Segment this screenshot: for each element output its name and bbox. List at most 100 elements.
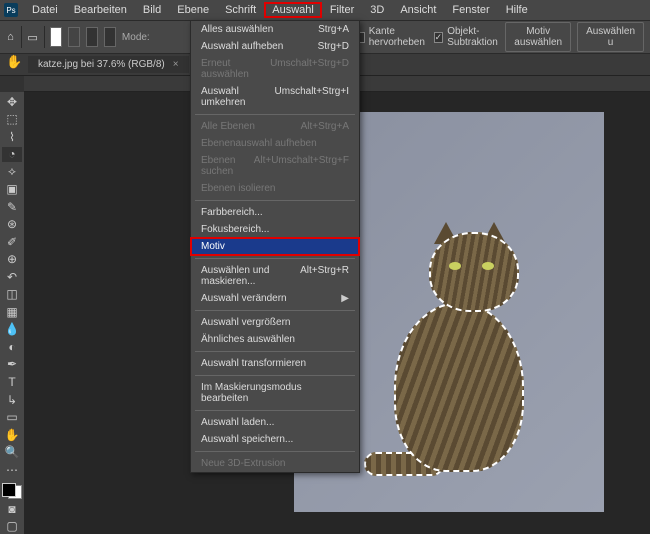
edge-checkbox[interactable]: Kante hervorheben bbox=[357, 26, 428, 48]
menu-item-label: Auswahl laden... bbox=[201, 417, 274, 428]
menu-item-label: Auswählen und maskieren... bbox=[201, 265, 300, 287]
select-subject-button[interactable]: Motiv auswählen bbox=[505, 22, 571, 52]
menu-item-erneut-ausw-hlen: Erneut auswählenUmschalt+Strg+D bbox=[191, 55, 359, 83]
menu-schrift[interactable]: Schrift bbox=[217, 2, 264, 18]
color-swatches[interactable] bbox=[2, 483, 22, 499]
menubar: Ps DateiBearbeitenBildEbeneSchriftAuswah… bbox=[0, 0, 650, 20]
stamp-tool-icon[interactable]: ⊕ bbox=[2, 252, 22, 268]
menu-shortcut: Umschalt+Strg+D bbox=[270, 58, 349, 80]
type-tool-icon[interactable]: T bbox=[2, 374, 22, 390]
menu-datei[interactable]: Datei bbox=[24, 2, 66, 18]
dodge-tool-icon[interactable]: ◐ bbox=[2, 339, 22, 355]
menu-separator bbox=[195, 410, 355, 411]
path-tool-icon[interactable]: ↳ bbox=[2, 392, 22, 408]
menu-item-ebenenauswahl-aufheben: Ebenenauswahl aufheben bbox=[191, 135, 359, 152]
menu-item-auswahl-speichern-[interactable]: Auswahl speichern... bbox=[191, 431, 359, 448]
menu-item-auswahl-umkehren[interactable]: Auswahl umkehrenUmschalt+Strg+I bbox=[191, 83, 359, 111]
select-mask-button[interactable]: Auswählen u bbox=[577, 22, 644, 52]
pen-tool-icon[interactable]: ✒ bbox=[2, 357, 22, 373]
menu-item-label: Farbbereich... bbox=[201, 207, 263, 218]
tab-title: katze.jpg bei 37.6% (RGB/8) bbox=[38, 59, 165, 70]
menu-item-fokusbereich-[interactable]: Fokusbereich... bbox=[191, 221, 359, 238]
screenmode-icon[interactable]: ▢ bbox=[2, 518, 22, 534]
zoom-tool-icon[interactable]: 🔍 bbox=[2, 444, 22, 460]
mode-swatch-2[interactable] bbox=[68, 27, 80, 47]
menu-item-label: Ebenenauswahl aufheben bbox=[201, 138, 317, 149]
menu-separator bbox=[195, 310, 355, 311]
menu-item-label: Im Maskierungsmodus bearbeiten bbox=[201, 382, 349, 404]
menu-ebene[interactable]: Ebene bbox=[169, 2, 217, 18]
tools-panel: ✥ ⬚ ⌇ ◔ ⟡ ▣ ✎ ⊛ ✐ ⊕ ↶ ◫ ▦ 💧 ◐ ✒ T ↳ ▭ ✋ … bbox=[0, 92, 24, 534]
menu-item--hnliches-ausw-hlen[interactable]: Ähnliches auswählen bbox=[191, 331, 359, 348]
quickmask-icon[interactable]: ◙ bbox=[2, 501, 22, 517]
menu-item-auswahl-aufheben[interactable]: Auswahl aufheben Strg+D bbox=[191, 38, 359, 55]
menu-item-auswahl-vergr-ern[interactable]: Auswahl vergrößern bbox=[191, 314, 359, 331]
history-brush-icon[interactable]: ↶ bbox=[2, 269, 22, 285]
crop-tool-icon[interactable]: ⟡ bbox=[2, 164, 22, 180]
hand-tool-icon[interactable]: ✋ bbox=[6, 54, 22, 70]
menu-item-farbbereich-[interactable]: Farbbereich... bbox=[191, 204, 359, 221]
gradient-tool-icon[interactable]: ▦ bbox=[2, 304, 22, 320]
marquee-tool-icon[interactable]: ⬚ bbox=[2, 112, 22, 128]
menu-item-label: Motiv bbox=[201, 241, 225, 252]
menu-separator bbox=[195, 200, 355, 201]
menu-item-motiv[interactable]: Motiv bbox=[191, 238, 359, 255]
eraser-tool-icon[interactable]: ◫ bbox=[2, 287, 22, 303]
tool-preset-icon[interactable]: ▭ bbox=[27, 29, 37, 45]
menu-shortcut: Alt+Strg+A bbox=[301, 121, 349, 132]
menu-item-label: Auswahl aufheben bbox=[201, 41, 283, 52]
menu-ansicht[interactable]: Ansicht bbox=[392, 2, 444, 18]
hand-tool-icon[interactable]: ✋ bbox=[2, 427, 22, 443]
mode-label: Mode: bbox=[122, 32, 150, 43]
menu-hilfe[interactable]: Hilfe bbox=[498, 2, 536, 18]
menu-item-label: Alle Ebenen bbox=[201, 121, 255, 132]
menu-item-im-maskierungsmodus-bearbeiten[interactable]: Im Maskierungsmodus bearbeiten bbox=[191, 379, 359, 407]
menu-item-neue-3d-extrusion: Neue 3D-Extrusion bbox=[191, 455, 359, 472]
brush-tool-icon[interactable]: ✐ bbox=[2, 234, 22, 250]
menu-item-ebenen-isolieren: Ebenen isolieren bbox=[191, 180, 359, 197]
menu-filter[interactable]: Filter bbox=[322, 2, 362, 18]
mode-swatch-1[interactable] bbox=[50, 27, 62, 47]
menu-item-alles-ausw-hlen[interactable]: Alles auswählenStrg+A bbox=[191, 21, 359, 38]
more-icon[interactable]: ⋯ bbox=[2, 462, 22, 478]
mode-swatch-4[interactable] bbox=[104, 27, 116, 47]
home-icon[interactable]: ⌂ bbox=[6, 29, 15, 45]
menu-item-label: Auswahl verändern bbox=[201, 293, 287, 304]
frame-tool-icon[interactable]: ▣ bbox=[2, 182, 22, 198]
lasso-tool-icon[interactable]: ⌇ bbox=[2, 129, 22, 145]
menu-fenster[interactable]: Fenster bbox=[444, 2, 497, 18]
menu-item-ausw-hlen-und-maskieren-[interactable]: Auswählen und maskieren...Alt+Strg+R bbox=[191, 262, 359, 290]
menu-item-label: Auswahl speichern... bbox=[201, 434, 293, 445]
eyedropper-tool-icon[interactable]: ✎ bbox=[2, 199, 22, 215]
menu-shortcut: Alt+Strg+R bbox=[300, 265, 349, 287]
menu-item-auswahl-laden-[interactable]: Auswahl laden... bbox=[191, 414, 359, 431]
mode-swatch-3[interactable] bbox=[86, 27, 98, 47]
menu-item-label: Fokusbereich... bbox=[201, 224, 269, 235]
menu-item-auswahl-ver-ndern[interactable]: Auswahl verändern ▶ bbox=[191, 290, 359, 307]
document-tab[interactable]: katze.jpg bei 37.6% (RGB/8) × bbox=[28, 56, 189, 73]
menu-item-label: Auswahl vergrößern bbox=[201, 317, 290, 328]
menu-item-ebenen-suchen: Ebenen suchenAlt+Umschalt+Strg+F bbox=[191, 152, 359, 180]
subtract-checkbox[interactable]: ✓Objekt-Subtraktion bbox=[434, 26, 500, 48]
quick-select-tool-icon[interactable]: ◔ bbox=[2, 147, 22, 163]
close-icon[interactable]: × bbox=[173, 59, 179, 70]
menu-auswahl[interactable]: Auswahl bbox=[264, 2, 322, 18]
menu-item-label: Erneut auswählen bbox=[201, 58, 270, 80]
menu-item-label: Neue 3D-Extrusion bbox=[201, 458, 285, 469]
menu-shortcut: Strg+D bbox=[318, 41, 349, 52]
menu-shortcut: Strg+A bbox=[318, 24, 349, 35]
menu-separator bbox=[195, 451, 355, 452]
menu-bild[interactable]: Bild bbox=[135, 2, 169, 18]
menu-item-label: Ebenen suchen bbox=[201, 155, 254, 177]
move-tool-icon[interactable]: ✥ bbox=[2, 94, 22, 110]
menu-3d[interactable]: 3D bbox=[362, 2, 392, 18]
menu-bearbeiten[interactable]: Bearbeiten bbox=[66, 2, 135, 18]
auswahl-menu-dropdown: Alles auswählenStrg+A Auswahl aufheben Str… bbox=[190, 20, 360, 473]
cat-selection bbox=[374, 182, 544, 492]
healing-tool-icon[interactable]: ⊛ bbox=[2, 217, 22, 233]
shape-tool-icon[interactable]: ▭ bbox=[2, 409, 22, 425]
menu-item-auswahl-transformieren[interactable]: Auswahl transformieren bbox=[191, 355, 359, 372]
chevron-right-icon: ▶ bbox=[341, 293, 349, 304]
blur-tool-icon[interactable]: 💧 bbox=[2, 322, 22, 338]
menu-item-label: Ähnliches auswählen bbox=[201, 334, 295, 345]
